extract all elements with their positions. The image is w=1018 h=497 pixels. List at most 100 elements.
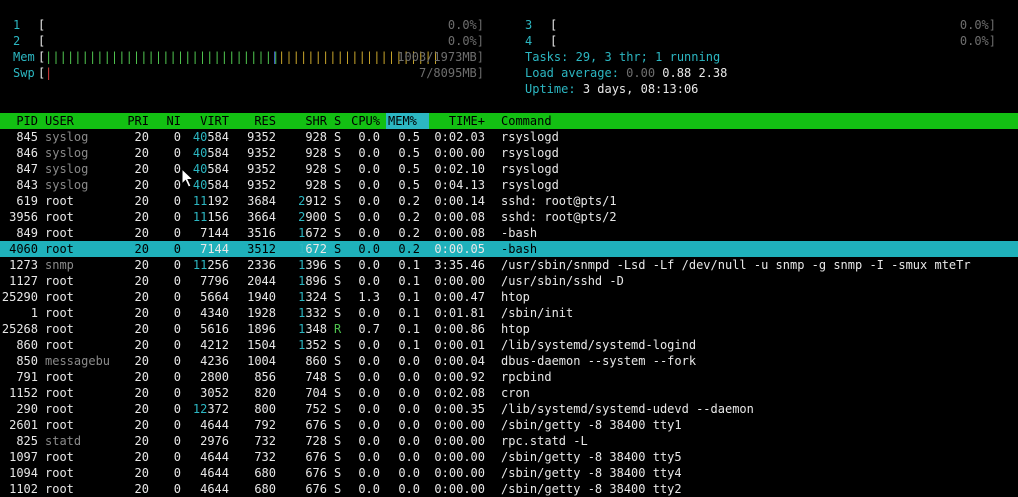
cell-virt: 2976	[187, 433, 229, 449]
cell-shr: 1672	[285, 225, 327, 241]
cell-shr: 860	[285, 353, 327, 369]
table-row[interactable]: 25268 root 20 0 5616 1896 1348 R 0.7 0.1 0:00.86 ht…	[0, 321, 1018, 337]
cell-virt: 12372	[187, 401, 229, 417]
cell-pri: 20	[134, 146, 149, 160]
cell-virt: 4212	[187, 337, 229, 353]
cell-res: 3684	[247, 194, 276, 208]
cell-user: messagebu	[45, 354, 111, 368]
cell-mem: 0.0	[398, 402, 420, 416]
table-row[interactable]: 846 syslog 20 0 40584 9352 928 S 0.0 0.5 0:00.00 rs…	[0, 145, 1018, 161]
table-row[interactable]: 850 messagebu 20 0 4236 1004 860 S 0.0 0.0 0:00.04…	[0, 353, 1018, 369]
cell-shr: 748	[285, 369, 327, 385]
cell-cpu: 0.0	[358, 466, 380, 480]
cell-user: root	[45, 306, 74, 320]
table-row[interactable]: 1094 root 20 0 4644 680 676 S 0.0 0.0 0:00.00/sbin…	[0, 465, 1018, 481]
cell-virt-low: 584	[207, 146, 229, 160]
table-row[interactable]: 845 syslog 20 0 40584 9352 928 S 0.0 0.5 0:02.03 rs…	[0, 129, 1018, 145]
cell-mem: 0.1	[398, 274, 420, 288]
table-row[interactable]: 849 root 20 0 7144 3516 1672 S 0.0 0.2 0:00.08 -bas…	[0, 225, 1018, 241]
cell-pid: 847	[16, 162, 38, 176]
cpu-meter-open: [	[550, 18, 558, 32]
cell-time-main: 0:02.	[434, 386, 471, 400]
table-row[interactable]: 2601 root 20 0 4644 792 676 S 0.0 0.0 0:00.00/sbin…	[0, 417, 1018, 433]
header-state[interactable]: S	[334, 113, 341, 129]
header-virt[interactable]: VIRT	[187, 113, 229, 129]
cell-shr: 1896	[285, 273, 327, 289]
cell-pri: 20	[134, 274, 149, 288]
table-row[interactable]: 3956 root 20 0 11156 3664 2900 S 0.0 0.2 0:00.08 ss…	[0, 209, 1018, 225]
cell-state: R	[334, 322, 342, 336]
cell-pri: 20	[134, 162, 149, 176]
header-cpu[interactable]: CPU%	[346, 113, 380, 129]
table-row-selected[interactable]: 4060 root 20 0 7144 3512 1672 S 0.0 0.2 0:00.05 -ba…	[0, 241, 1018, 257]
cell-mem: 0.1	[398, 338, 420, 352]
cell-user: root	[45, 242, 74, 256]
header-pid[interactable]: PID	[0, 113, 38, 129]
cell-pri: 20	[134, 402, 149, 416]
table-row[interactable]: 1127 root 20 0 7796 2044 1896 S 0.0 0.1 0:00.00/us…	[0, 273, 1018, 289]
cell-virt-low: 4236	[200, 354, 229, 368]
cell-pid: 3956	[9, 210, 38, 224]
header-ni[interactable]: NI	[158, 113, 181, 129]
cell-pid: 25268	[1, 322, 38, 336]
cell-cpu: 0.0	[358, 178, 380, 192]
header-command[interactable]: Command	[501, 113, 552, 129]
cell-pri: 20	[134, 322, 149, 336]
cell-pid: 846	[16, 146, 38, 160]
load-label: Load average:	[525, 66, 619, 80]
cell-ni: 0	[173, 434, 181, 448]
cell-mem: 0.0	[398, 450, 420, 464]
table-row[interactable]: 860 root 20 0 4212 1504 1352 S 0.0 0.1 0:00.01/lib…	[0, 337, 1018, 353]
cell-time-main: 0:00.	[434, 434, 471, 448]
cell-state: S	[334, 274, 342, 288]
table-row[interactable]: 290 root 20 0 12372 800 752 S 0.0 0.0 0:00.35/lib/…	[0, 401, 1018, 417]
table-row[interactable]: 791 root 20 0 2800 856 748 S 0.0 0.0 0:00.92 rpcbin…	[0, 369, 1018, 385]
cell-state: S	[334, 146, 342, 160]
table-row[interactable]: 1097 root 20 0 4644 732 676 S 0.0 0.0 0:00.00/sbin…	[0, 449, 1018, 465]
header-shr[interactable]: SHR	[285, 113, 327, 129]
cell-virt: 4644	[187, 465, 229, 481]
cell-state: S	[334, 434, 342, 448]
cell-cpu: 0.0	[358, 274, 380, 288]
cell-time-hund: 86	[470, 322, 485, 336]
cell-time-main: 0:00.	[434, 274, 471, 288]
cell-shr: 1324	[285, 289, 327, 305]
cell-time-main: 0:00.	[434, 418, 471, 432]
table-row[interactable]: 843 syslog 20 0 40584 9352 928 S 0.0 0.5 0:04.13 rs…	[0, 177, 1018, 193]
cpu-meter-value: 0.0%]	[447, 18, 484, 32]
uptime-info: Uptime: 3 days, 08:13:06	[525, 81, 698, 97]
cell-virt-low: 4644	[200, 450, 229, 464]
table-row[interactable]: 847 syslog 20 0 40584 9352 928 S 0.0 0.5 0:02.10 rs…	[0, 161, 1018, 177]
cell-ni: 0	[173, 226, 181, 240]
cell-pid: 25290	[1, 290, 38, 304]
cell-res: 1940	[247, 290, 276, 304]
cell-virt-low: 372	[207, 402, 229, 416]
cell-state: S	[334, 338, 342, 352]
cell-shr-low: 676	[305, 466, 327, 480]
cell-cpu: 0.0	[358, 338, 380, 352]
cell-time: 0:00.00	[433, 417, 485, 433]
cell-user: syslog	[45, 130, 89, 144]
table-row[interactable]: 25290 root 20 0 5664 1940 1324 S 1.3 0.1 0:00.47 ht…	[0, 289, 1018, 305]
uptime-value: 3 days, 08:13:06	[582, 82, 699, 96]
table-row[interactable]: 825 statd 20 0 2976 732 728 S 0.0 0.0 0:00.00 rpc.s…	[0, 433, 1018, 449]
table-row[interactable]: 619 root 20 0 11192 3684 2912 S 0.0 0.2 0:00.14 ssh…	[0, 193, 1018, 209]
header-res[interactable]: RES	[236, 113, 276, 129]
cpu-meter-value: 0.0%]	[447, 34, 484, 48]
cell-command: rsyslogd	[501, 146, 559, 160]
cell-shr: 676	[285, 465, 327, 481]
header-time[interactable]: TIME+	[433, 113, 485, 129]
cell-time-hund: 00	[470, 434, 485, 448]
cell-shr: 752	[285, 401, 327, 417]
cell-virt-low: 4644	[200, 418, 229, 432]
table-row[interactable]: 1152 root 20 0 3052 820 704 S 0.0 0.0 0:02.08 cron	[0, 385, 1018, 401]
table-row[interactable]: 1273 snmp 20 0 11256 2336 1396 S 0.0 0.1 3:35.46/u…	[0, 257, 1018, 273]
cell-cpu: 0.0	[358, 226, 380, 240]
cell-pri: 20	[134, 130, 149, 144]
header-pri[interactable]: PRI	[118, 113, 149, 129]
header-mem-sorted[interactable]: MEM%	[386, 113, 429, 129]
cell-time-main: 0:04.	[434, 178, 471, 192]
header-user[interactable]: USER	[45, 113, 74, 129]
cell-time-main: 0:00.	[434, 242, 471, 256]
table-row[interactable]: 1 root 20 0 4340 1928 1332 S 0.0 0.1 0:01.81/sbin/…	[0, 305, 1018, 321]
